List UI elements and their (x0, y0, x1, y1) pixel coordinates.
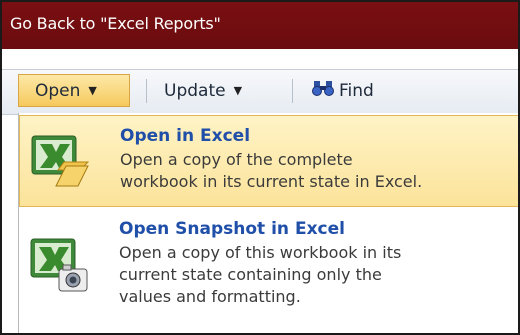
chevron-down-icon: ▼ (233, 84, 243, 97)
menu-item-title: Open Snapshot in Excel (119, 219, 345, 239)
find-button[interactable]: Find (312, 74, 374, 107)
menu-item-description: Open a copy of this workbook in its curr… (119, 242, 509, 308)
open-dropdown-menu: Open in Excel Open a copy of the complet… (18, 113, 518, 333)
desc-line: Open a copy of this workbook in its (119, 243, 402, 262)
binoculars-icon (312, 79, 334, 102)
desc-line: values and formatting. (119, 287, 301, 306)
desc-line: Open a copy of the complete (120, 150, 353, 169)
divider (292, 79, 293, 103)
update-menu-button[interactable]: Update ▼ (164, 74, 242, 107)
menu-item-open-in-excel[interactable]: Open in Excel Open a copy of the complet… (19, 115, 518, 207)
open-menu-button[interactable]: Open ▼ (18, 74, 130, 107)
desc-line: current state containing only the (119, 265, 382, 284)
desc-line: workbook in its current state in Excel. (120, 172, 423, 191)
menu-item-title: Open in Excel (120, 126, 251, 146)
excel-camera-icon (29, 233, 89, 301)
menu-item-description: Open a copy of the complete workbook in … (120, 149, 510, 193)
divider (146, 79, 147, 103)
chevron-down-icon: ▼ (88, 84, 97, 97)
toolbar: Open ▼ Update ▼ Find (2, 69, 518, 115)
excel-services-panel: Go Back to "Excel Reports" Open ▼ Update… (0, 0, 520, 335)
excel-folder-icon (30, 130, 90, 194)
update-label: Update (164, 80, 226, 101)
go-back-link[interactable]: Go Back to "Excel Reports" (10, 14, 221, 33)
open-label: Open (35, 80, 81, 101)
menu-item-open-snapshot[interactable]: Open Snapshot in Excel Open a copy of th… (19, 215, 518, 333)
find-label: Find (339, 80, 374, 101)
header-bar: Go Back to "Excel Reports" (2, 2, 518, 49)
